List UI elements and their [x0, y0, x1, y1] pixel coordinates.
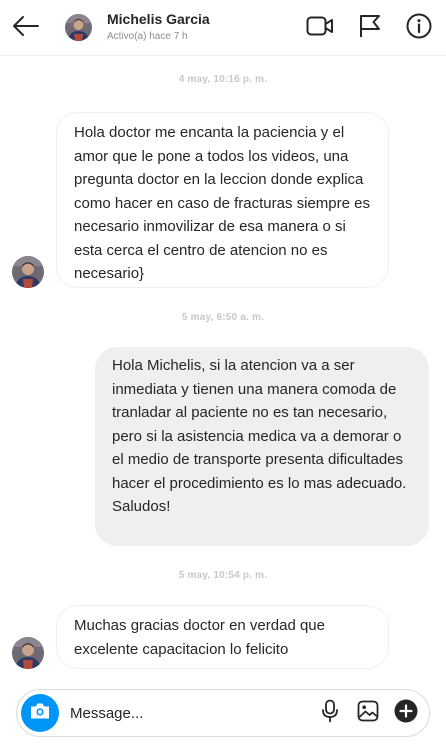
camera-button[interactable] — [21, 694, 59, 732]
contact-avatar[interactable] — [65, 14, 92, 41]
plus-circle-icon — [394, 699, 418, 728]
video-camera-icon — [306, 15, 334, 42]
arrow-left-icon — [11, 15, 39, 42]
contact-name[interactable]: Michelis Garcia — [107, 11, 210, 27]
voice-message-button[interactable] — [318, 699, 342, 728]
add-photo-button[interactable] — [356, 700, 380, 727]
info-icon — [406, 13, 432, 44]
report-button[interactable] — [356, 14, 384, 42]
timestamp: 5 may, 10:54 p. m. — [178, 570, 268, 581]
flag-icon — [358, 14, 382, 43]
camera-icon — [29, 702, 51, 725]
sender-avatar — [12, 256, 44, 288]
video-call-button[interactable] — [306, 14, 334, 42]
outgoing-message[interactable]: Hola Michelis, si la atencion va a ser i… — [95, 347, 429, 546]
incoming-message[interactable]: Muchas gracias doctor en verdad que exce… — [56, 605, 389, 669]
more-options-button[interactable] — [394, 699, 418, 728]
chat-header: Michelis Garcia Activo(a) hace 7 h — [0, 0, 446, 56]
image-icon — [357, 700, 379, 727]
microphone-icon — [320, 699, 340, 728]
info-button[interactable] — [405, 13, 433, 44]
timestamp: 5 may, 6:50 a. m. — [181, 312, 265, 323]
active-status: Activo(a) hace 7 h — [107, 31, 188, 42]
message-input[interactable] — [70, 702, 290, 724]
back-button[interactable] — [8, 12, 42, 44]
incoming-message[interactable]: Hola doctor me encanta la paciencia y el… — [56, 112, 389, 288]
timestamp: 4 may, 10:16 p. m. — [178, 74, 268, 85]
sender-avatar — [12, 637, 44, 669]
message-composer — [16, 689, 430, 737]
